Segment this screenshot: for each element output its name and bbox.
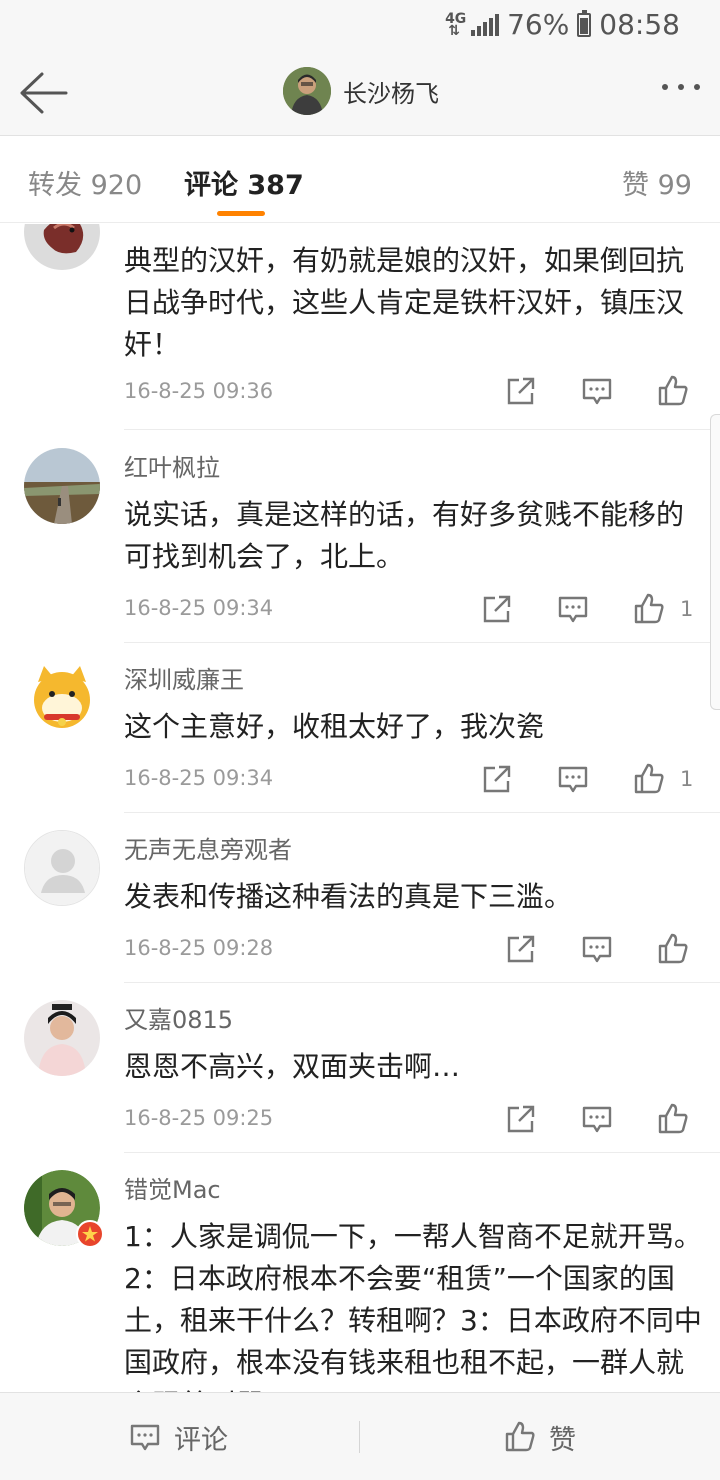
signal-icon (471, 13, 500, 36)
comment-actions (462, 374, 690, 408)
commenter-name[interactable]: 又嘉0815 (124, 1000, 233, 1035)
repost-icon[interactable] (504, 932, 538, 966)
write-comment-button[interactable]: 评论 (128, 1393, 228, 1480)
more-button[interactable] (662, 84, 700, 90)
divider (124, 812, 720, 813)
commenter-name[interactable]: 深圳威廉王 (124, 660, 244, 695)
back-button[interactable] (18, 70, 68, 116)
comment-text: 发表和传播这种看法的真是下三滥。 (124, 880, 573, 913)
tab-comment[interactable]: 评论 387 (184, 163, 304, 202)
like-post-button[interactable]: 赞 (503, 1393, 576, 1480)
divider (124, 982, 720, 983)
battery-icon (577, 9, 592, 37)
author-avatar[interactable] (283, 67, 331, 115)
comment-text: 恩恩不高兴，双面夹击啊… (124, 1050, 461, 1083)
like-icon[interactable] (632, 592, 666, 626)
back-arrow-icon (20, 72, 68, 114)
commenter-avatar[interactable] (24, 1000, 100, 1076)
commenter-name[interactable]: 错觉Mac (124, 1170, 221, 1205)
like-control[interactable]: 1 (632, 762, 694, 796)
tab-bar: 转发 920 评论 387 赞 99 (0, 137, 720, 223)
comment-actions (462, 932, 690, 966)
write-comment-label: 评论 (174, 1424, 228, 1456)
bottom-action-bar: 评论 赞 (0, 1392, 720, 1480)
comment-text: 这个主意好，收租太好了，我次瓷 (124, 710, 545, 743)
like-icon[interactable] (632, 762, 666, 796)
comment-icon[interactable] (580, 1102, 614, 1136)
divider (124, 642, 720, 643)
like-control[interactable]: 1 (632, 592, 694, 626)
like-icon (505, 1421, 535, 1452)
like-icon[interactable] (656, 374, 690, 408)
commenter-avatar[interactable] (24, 830, 100, 906)
nav-bar: 长沙杨飞 (0, 50, 720, 136)
comment-list[interactable]: 典型的汉奸，有奶就是娘的汉奸，如果倒回抗日战争时代，这些人肯定是铁杆汉奸，镇压汉… (0, 224, 720, 1392)
comment-text: 说实话，真是这样的话，有好多贫贱不能移的可找到机会了，北上。 (124, 498, 685, 573)
comment-icon[interactable] (556, 592, 590, 626)
comment-actions: 1 (438, 762, 694, 796)
like-control[interactable] (656, 1102, 690, 1136)
battery-percent: 76% (507, 8, 570, 41)
repost-icon[interactable] (504, 1102, 538, 1136)
comment-time: 16-8-25 09:36 (124, 379, 274, 403)
more-icon (662, 84, 668, 90)
page-title: 长沙杨飞 (343, 79, 439, 108)
active-tab-indicator (217, 211, 265, 216)
commenter-avatar[interactable] (24, 660, 100, 736)
like-control[interactable] (656, 374, 690, 408)
like-post-label: 赞 (549, 1424, 576, 1456)
comment-actions (462, 1102, 690, 1136)
commenter-avatar[interactable] (24, 448, 100, 524)
comment-time: 16-8-25 09:34 (124, 596, 274, 620)
like-count: 1 (680, 767, 694, 791)
divider (124, 1152, 720, 1153)
commenter-avatar[interactable] (24, 1170, 104, 1248)
comment-icon[interactable] (580, 932, 614, 966)
like-count: 1 (680, 597, 694, 621)
divider (359, 1421, 360, 1453)
repost-icon[interactable] (480, 592, 514, 626)
comment-time: 16-8-25 09:34 (124, 766, 274, 790)
verified-badge-icon (76, 1220, 104, 1248)
like-control[interactable] (656, 932, 690, 966)
tab-likes[interactable]: 赞 99 (622, 163, 692, 202)
network-4g-icon: 4G ⇅ (445, 10, 467, 39)
comment-icon (130, 1424, 160, 1451)
comment-icon[interactable] (556, 762, 590, 796)
like-icon[interactable] (656, 932, 690, 966)
comment-time: 16-8-25 09:25 (124, 1106, 274, 1130)
status-indicators: 4G ⇅ 76% 08:58 (445, 8, 680, 41)
commenter-name[interactable]: 红叶枫拉 (124, 448, 220, 483)
status-bar: 4G ⇅ 76% 08:58 (0, 0, 720, 50)
comment-icon[interactable] (580, 374, 614, 408)
repost-icon[interactable] (504, 374, 538, 408)
like-icon[interactable] (656, 1102, 690, 1136)
comment-actions: 1 (438, 592, 694, 626)
scrollbar[interactable] (710, 414, 720, 710)
comment-text: 典型的汉奸，有奶就是娘的汉奸，如果倒回抗日战争时代，这些人肯定是铁杆汉奸，镇压汉… (124, 244, 685, 361)
commenter-name[interactable]: 无声无息旁观者 (124, 830, 292, 865)
author-header[interactable]: 长沙杨飞 (283, 67, 439, 115)
commenter-avatar[interactable] (24, 224, 100, 270)
tab-repost[interactable]: 转发 920 (28, 163, 142, 202)
comment-text: 1：人家是调侃一下，一帮人智商不足就开骂。2：日本政府根本不会要“租赁”一个国家… (124, 1220, 702, 1392)
divider (124, 429, 720, 430)
clock: 08:58 (599, 8, 680, 41)
comment-time: 16-8-25 09:28 (124, 936, 274, 960)
repost-icon[interactable] (480, 762, 514, 796)
